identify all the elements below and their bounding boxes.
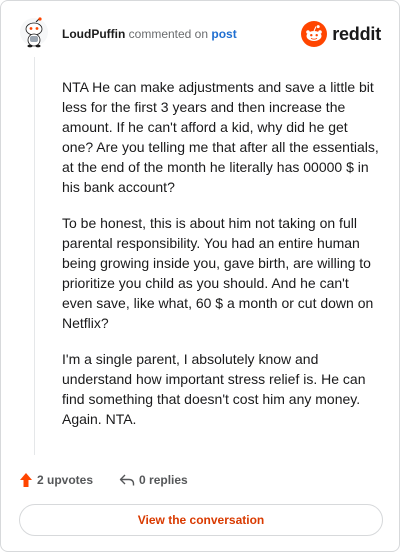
comment-paragraph: NTA He can make adjustments and save a l… <box>62 79 379 195</box>
post-link[interactable]: post <box>211 27 236 41</box>
upvote-arrow-icon <box>20 473 32 487</box>
replies-button[interactable]: 0 replies <box>119 473 188 487</box>
username-link[interactable]: LoudPuffin <box>62 27 125 41</box>
comment-header: LoudPuffin commented on post reddit <box>19 17 383 51</box>
reddit-logo-icon <box>301 21 328 47</box>
view-conversation-button[interactable]: View the conversation <box>19 504 383 536</box>
reddit-wordmark: reddit <box>332 23 381 44</box>
replies-count: 0 replies <box>139 473 188 487</box>
thread-line <box>34 57 35 455</box>
action-text: commented on <box>128 27 209 41</box>
comment-actions: 2 upvotes 0 replies <box>19 471 188 489</box>
user-avatar[interactable] <box>19 17 49 49</box>
upvotes-count: 2 upvotes <box>37 473 94 487</box>
comment-paragraph: To be honest, this is about him not taki… <box>62 215 374 331</box>
reply-arrow-icon <box>119 474 135 486</box>
comment-body: NTA He can make adjustments and save a l… <box>62 77 382 445</box>
comment-byline: LoudPuffin commented on post <box>62 27 237 41</box>
comment-embed-card: LoudPuffin commented on post reddit NTA … <box>0 0 400 552</box>
reddit-brand[interactable]: reddit <box>301 20 381 48</box>
upvote-button[interactable]: 2 upvotes <box>19 472 93 488</box>
comment-paragraph: I'm a single parent, I absolutely know a… <box>62 351 366 427</box>
